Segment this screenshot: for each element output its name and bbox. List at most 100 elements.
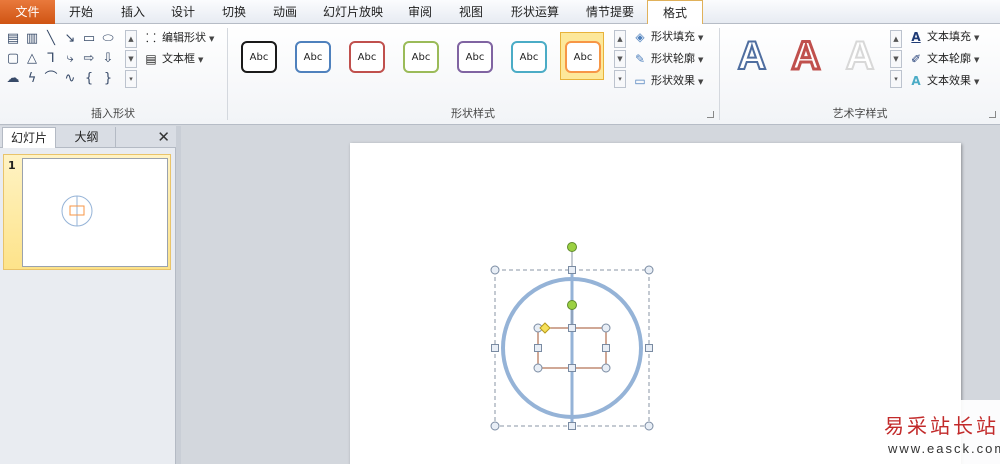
watermark-url: www.easck.com: [888, 441, 1000, 456]
tab-storyboard[interactable]: 情节提要: [576, 0, 644, 24]
tab-home[interactable]: 开始: [56, 0, 106, 24]
curve-shape-icon[interactable]: ⌒: [44, 72, 58, 86]
shape-style-orange[interactable]: Abc: [560, 32, 604, 80]
left-brace-shape-icon[interactable]: {: [82, 72, 96, 86]
rectangle-shape-icon[interactable]: ▭: [82, 32, 96, 46]
wordart-dialog-launcher-icon[interactable]: [989, 111, 996, 118]
thumbnail-preview: [61, 195, 93, 227]
group-insert-shapes: ▤ ▥ ╲ ↘ ▭ ⬭ ▢ △ ⅂ ⤷ ⇨ ⇩ ☁ ϟ ⌒ ∿ { } ▲ ▼ …: [0, 24, 226, 124]
shape-style-blue[interactable]: Abc: [290, 32, 334, 80]
oval-shape-icon[interactable]: ⬭: [101, 32, 115, 46]
shapes-scroll-up-icon[interactable]: ▲: [125, 30, 137, 48]
tab-animations[interactable]: 动画: [262, 0, 308, 24]
text-fill-label: 文本填充: [927, 30, 971, 43]
close-icon[interactable]: ✕: [157, 127, 170, 147]
shape-effects-button[interactable]: ▭ 形状效果 ▼: [632, 71, 703, 90]
right-brace-shape-icon[interactable]: }: [101, 72, 115, 86]
chevron-down-icon: ▼: [974, 34, 980, 42]
shape-style-aqua[interactable]: Abc: [506, 32, 550, 80]
style-preview: Abc: [511, 41, 547, 73]
pencil-outline-icon: ✎: [634, 52, 646, 66]
text-box-button[interactable]: ▤ 文本框 ▼: [143, 49, 203, 68]
wordart-style-light[interactable]: A: [836, 32, 884, 80]
watermark-title: 易采站长站: [884, 414, 999, 438]
wordart-scroll-up-icon[interactable]: ▲: [890, 30, 902, 48]
tab-review[interactable]: 审阅: [396, 0, 444, 24]
slide-number: 1: [8, 159, 16, 172]
text-fill-button[interactable]: A 文本填充 ▼: [908, 27, 979, 46]
chevron-down-icon: ▼: [698, 56, 704, 64]
shapes-more-icon[interactable]: ▾: [125, 70, 137, 88]
shape-outline-button[interactable]: ✎ 形状轮廓 ▼: [632, 49, 703, 68]
chevron-down-icon: ▼: [209, 35, 215, 43]
tab-slideshow[interactable]: 幻灯片放映: [312, 0, 394, 24]
elbow-arrow-connector-icon[interactable]: ⤷: [63, 52, 77, 66]
triangle-shape-icon[interactable]: △: [25, 52, 39, 66]
wordart-scroll-down-icon[interactable]: ▼: [890, 50, 902, 68]
wordart-more-icon[interactable]: ▾: [890, 70, 902, 88]
style-preview: Abc: [241, 41, 277, 73]
textbox-icon: ▤: [145, 52, 157, 66]
tab-file[interactable]: 文件: [0, 0, 55, 24]
styles-scroll-down-icon[interactable]: ▼: [614, 50, 626, 68]
pane-tabs: 幻灯片 大纲 ✕: [0, 126, 176, 148]
paint-bucket-icon: ◈: [635, 30, 645, 44]
cloud-shape-icon[interactable]: ☁: [6, 72, 20, 86]
adjust-handle[interactable]: [539, 322, 551, 334]
styles-scroll-up-icon[interactable]: ▲: [614, 30, 626, 48]
shape-style-black[interactable]: Abc: [236, 32, 280, 80]
styles-more-icon[interactable]: ▾: [614, 70, 626, 88]
style-preview: Abc: [565, 41, 601, 73]
pane-splitter[interactable]: [176, 126, 181, 464]
wordart-style-outline-blue[interactable]: A: [728, 32, 776, 80]
rotate-handle-outer[interactable]: [567, 242, 577, 271]
tab-insert[interactable]: 插入: [108, 0, 158, 24]
shape-styles-dialog-launcher-icon[interactable]: [707, 111, 714, 118]
arrow-line-shape-icon[interactable]: ↘: [63, 32, 77, 46]
tab-design[interactable]: 设计: [160, 0, 206, 24]
vertical-textbox-shape-icon[interactable]: ▥: [25, 32, 39, 46]
line-shape-icon[interactable]: ╲: [44, 32, 58, 46]
shapes-gallery[interactable]: ▤ ▥ ╲ ↘ ▭ ⬭ ▢ △ ⅂ ⤷ ⇨ ⇩ ☁ ϟ ⌒ ∿ { }: [6, 30, 122, 88]
lightning-shape-icon[interactable]: ϟ: [25, 72, 39, 86]
down-arrow-shape-icon[interactable]: ⇩: [101, 52, 115, 66]
text-effects-button[interactable]: A 文本效果 ▼: [908, 71, 979, 90]
shape-style-green[interactable]: Abc: [398, 32, 442, 80]
text-box-label: 文本框: [162, 52, 195, 65]
slide-thumbnail[interactable]: [22, 158, 168, 267]
textbox-shape-icon[interactable]: ▤: [6, 32, 20, 46]
rounded-rect-shape-icon[interactable]: ▢: [6, 52, 20, 66]
style-preview: Abc: [457, 41, 493, 73]
rotate-handle-inner[interactable]: [567, 300, 577, 329]
chevron-down-icon: ▼: [698, 78, 704, 86]
slide-thumbnail-selected[interactable]: 1: [3, 154, 171, 270]
wordart-style-red[interactable]: A: [782, 32, 830, 80]
shape-style-purple[interactable]: Abc: [452, 32, 496, 80]
shape-style-red[interactable]: Abc: [344, 32, 388, 80]
edit-shape-button[interactable]: ⸬ 编辑形状 ▼: [143, 28, 214, 47]
text-effects-label: 文本效果: [927, 74, 971, 87]
text-outline-label: 文本轮廓: [927, 52, 971, 65]
group-label-shape-styles: 形状样式: [451, 107, 495, 120]
tab-slides[interactable]: 幻灯片: [2, 127, 56, 148]
right-arrow-shape-icon[interactable]: ⇨: [82, 52, 96, 66]
shape-effects-label: 形状效果: [651, 74, 695, 87]
watermark: 易采站长站 www.easck.com: [848, 400, 1000, 464]
text-outline-button[interactable]: ✐ 文本轮廓 ▼: [908, 49, 979, 68]
ribbon-tab-bar: 文件 开始 插入 设计 切换 动画 幻灯片放映 审阅 视图 形状运算 情节提要 …: [0, 0, 1000, 25]
effects-icon: ▭: [634, 74, 646, 88]
shape-fill-button[interactable]: ◈ 形状填充 ▼: [632, 27, 703, 46]
tab-shape-operations[interactable]: 形状运算: [498, 0, 572, 24]
shapes-scroll-down-icon[interactable]: ▼: [125, 50, 137, 68]
shape-fill-label: 形状填充: [651, 30, 695, 43]
tab-outline[interactable]: 大纲: [58, 127, 116, 148]
tab-format[interactable]: 格式: [647, 0, 703, 25]
chevron-down-icon: ▼: [698, 34, 704, 42]
tab-transitions[interactable]: 切换: [210, 0, 258, 24]
text-effects-icon: A: [911, 74, 921, 88]
elbow-connector-icon[interactable]: ⅂: [44, 52, 58, 66]
tab-view[interactable]: 视图: [448, 0, 494, 24]
text-fill-icon: A: [911, 30, 921, 44]
chevron-down-icon: ▼: [198, 56, 204, 64]
freeform-shape-icon[interactable]: ∿: [63, 72, 77, 86]
